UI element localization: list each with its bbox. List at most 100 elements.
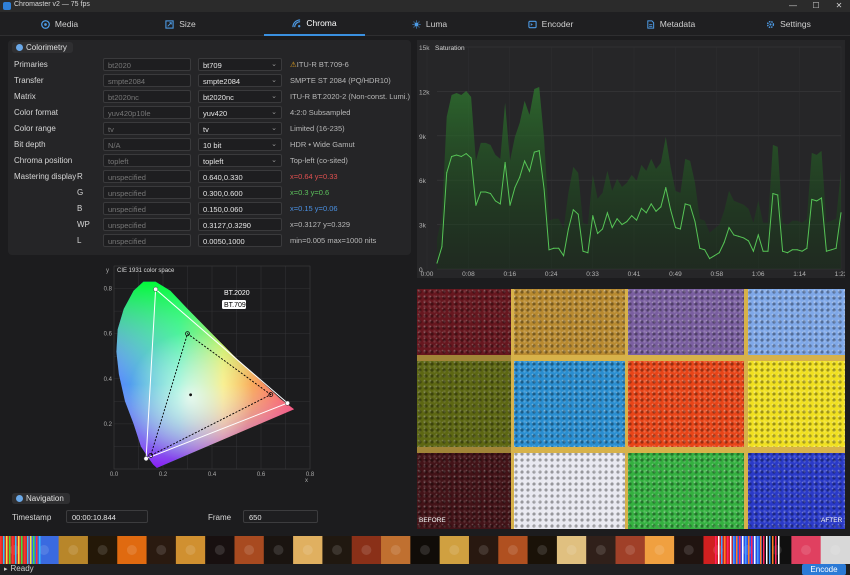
tab-size[interactable]: Size (130, 12, 231, 36)
saturation-point (699, 247, 701, 249)
filmstrip-stripe (3, 536, 5, 564)
minimize-button[interactable]: — (782, 0, 804, 12)
saturation-point (636, 219, 638, 221)
filmstrip-stripe (769, 536, 771, 564)
status-bar: ▸ Ready Encode (0, 564, 850, 575)
filmstrip-stripe (715, 536, 717, 564)
cie-title: CIE 1931 color space (117, 268, 175, 274)
row-info: x=0.3 y=0.6 (290, 188, 329, 197)
maximize-button[interactable]: ☐ (805, 0, 827, 12)
filmstrip-frame-highlight (420, 545, 430, 555)
warning-icon: ⚠ (290, 60, 297, 69)
saturation-point (494, 200, 496, 202)
filmstrip-frame-highlight (742, 545, 753, 555)
saturation-point (816, 200, 818, 202)
target-select[interactable]: bt709 ⌄ (198, 58, 282, 71)
colorimetry-row: Transfer smpte2084 smpte2084 ⌄ SMPTE ST 2084… (8, 74, 411, 88)
saturation-point (723, 241, 725, 243)
target-value-input[interactable]: 0.300,0.600 (198, 186, 282, 199)
target-select[interactable]: smpte2084 ⌄ (198, 74, 282, 87)
target-select[interactable]: yuv420 ⌄ (198, 106, 282, 119)
filmstrip[interactable] (0, 536, 850, 564)
saturation-point (553, 247, 555, 249)
target-select[interactable]: tv ⌄ (198, 122, 282, 135)
source-value-field: bt2020 (103, 58, 191, 71)
filmstrip-frame-highlight (595, 545, 606, 555)
source-value-field: unspecified (103, 202, 191, 215)
filmstrip-stripe (754, 536, 756, 564)
filmstrip-frame-highlight (566, 545, 577, 555)
y-tick-label: 0.6 (104, 332, 113, 338)
tab-media-label: Media (54, 19, 79, 29)
row-info-text: x=0.15 y=0.06 (290, 204, 338, 213)
filmstrip-stripe (18, 536, 20, 564)
saturation-point (757, 234, 759, 236)
media-icon (41, 19, 50, 29)
filmstrip-frame-highlight (537, 545, 548, 555)
tab-chroma[interactable]: Chroma (264, 12, 365, 36)
row-label: Bit depth (14, 140, 46, 149)
saturation-point (840, 212, 842, 214)
timestamp-input[interactable]: 00:00:10.844 (66, 510, 148, 523)
source-value-field: unspecified (103, 186, 191, 199)
encode-button[interactable]: Encode (802, 564, 846, 575)
close-button[interactable]: ✕ (828, 0, 850, 12)
target-value-input[interactable]: 0.640,0.330 (198, 170, 282, 183)
bt2020-vertex (143, 456, 149, 462)
saturation-point (465, 153, 467, 155)
filmstrip-stripe (730, 536, 732, 564)
source-value-field: yuv420p10le (103, 106, 191, 119)
frame-input[interactable]: 650 (243, 510, 318, 523)
filmstrip-frame-highlight (185, 545, 196, 555)
row-label: Color format (14, 108, 59, 117)
y-tick-label: 0.4 (104, 377, 113, 383)
saturation-point (524, 160, 526, 162)
row-info: 4:2:0 Subsampled (290, 108, 350, 117)
filmstrip-stripe (724, 536, 726, 564)
saturation-point (543, 188, 545, 190)
tab-luma[interactable]: Luma (379, 12, 480, 36)
tab-metadata[interactable]: Metadata (620, 12, 721, 36)
y-tick-label: 6k (419, 178, 427, 185)
target-select[interactable]: bt2020nc ⌄ (198, 90, 282, 103)
settings-icon (767, 20, 775, 28)
filmstrip-stripe (39, 536, 41, 564)
saturation-point (640, 207, 642, 209)
target-select[interactable]: 10 bit ⌄ (198, 138, 282, 151)
tab-encoder[interactable]: Encoder (500, 12, 601, 36)
bead-highlight (628, 289, 744, 355)
saturation-point (601, 228, 604, 230)
cie-diagram-panel: 0.0 0.2 0.4 0.6 0.8 0.2 0.4 0.6 0.8 x y CIE 1931 co… (96, 262, 318, 484)
filmstrip-stripe (766, 536, 768, 564)
filmstrip-frame-highlight (801, 545, 812, 555)
x-tick-label: 0:00 (421, 271, 434, 278)
chevron-down-icon: ⌄ (271, 77, 277, 84)
filmstrip-frame-highlight (302, 545, 313, 555)
row-info-text: Limited (16-235) (290, 124, 345, 133)
saturation-point (451, 155, 453, 158)
colorimetry-row: Chroma position topleft topleft ⌄ Top-left (… (8, 154, 411, 168)
filmstrip-stripe (721, 536, 723, 564)
saturation-point (796, 249, 798, 251)
bead-highlight (748, 361, 845, 447)
saturation-point (674, 227, 677, 229)
target-select[interactable]: topleft ⌄ (198, 154, 282, 167)
target-value-input[interactable]: 0.0050,1000 (198, 234, 282, 247)
target-value-input[interactable]: 0.3127,0.3290 (198, 218, 282, 231)
colorimetry-row: Bunspecified 0.150,0.060 x=0.15 y=0.06 (8, 202, 411, 216)
tab-size-label: Size (179, 19, 196, 29)
before-after-preview[interactable]: BEFORE AFTER (417, 289, 845, 529)
saturation-point (718, 252, 720, 254)
status-icon: ▸ (4, 565, 8, 573)
filmstrip-frame-highlight (273, 545, 284, 555)
x-tick-label: 1:23 (835, 271, 845, 278)
tab-media[interactable]: Media (9, 12, 110, 36)
x-tick-label: 1:06 (752, 271, 765, 278)
saturation-point (743, 237, 745, 239)
before-overlay (417, 289, 511, 529)
filmstrip-frame-highlight (830, 545, 841, 555)
target-value-input[interactable]: 0.150,0.060 (198, 202, 282, 215)
row-info-text: x=0.3127 y=0.329 (290, 220, 351, 229)
row-info: ITU-R BT.2020-2 (Non-const. Lumi.) (290, 92, 410, 101)
tab-settings[interactable]: Settings (738, 12, 839, 36)
